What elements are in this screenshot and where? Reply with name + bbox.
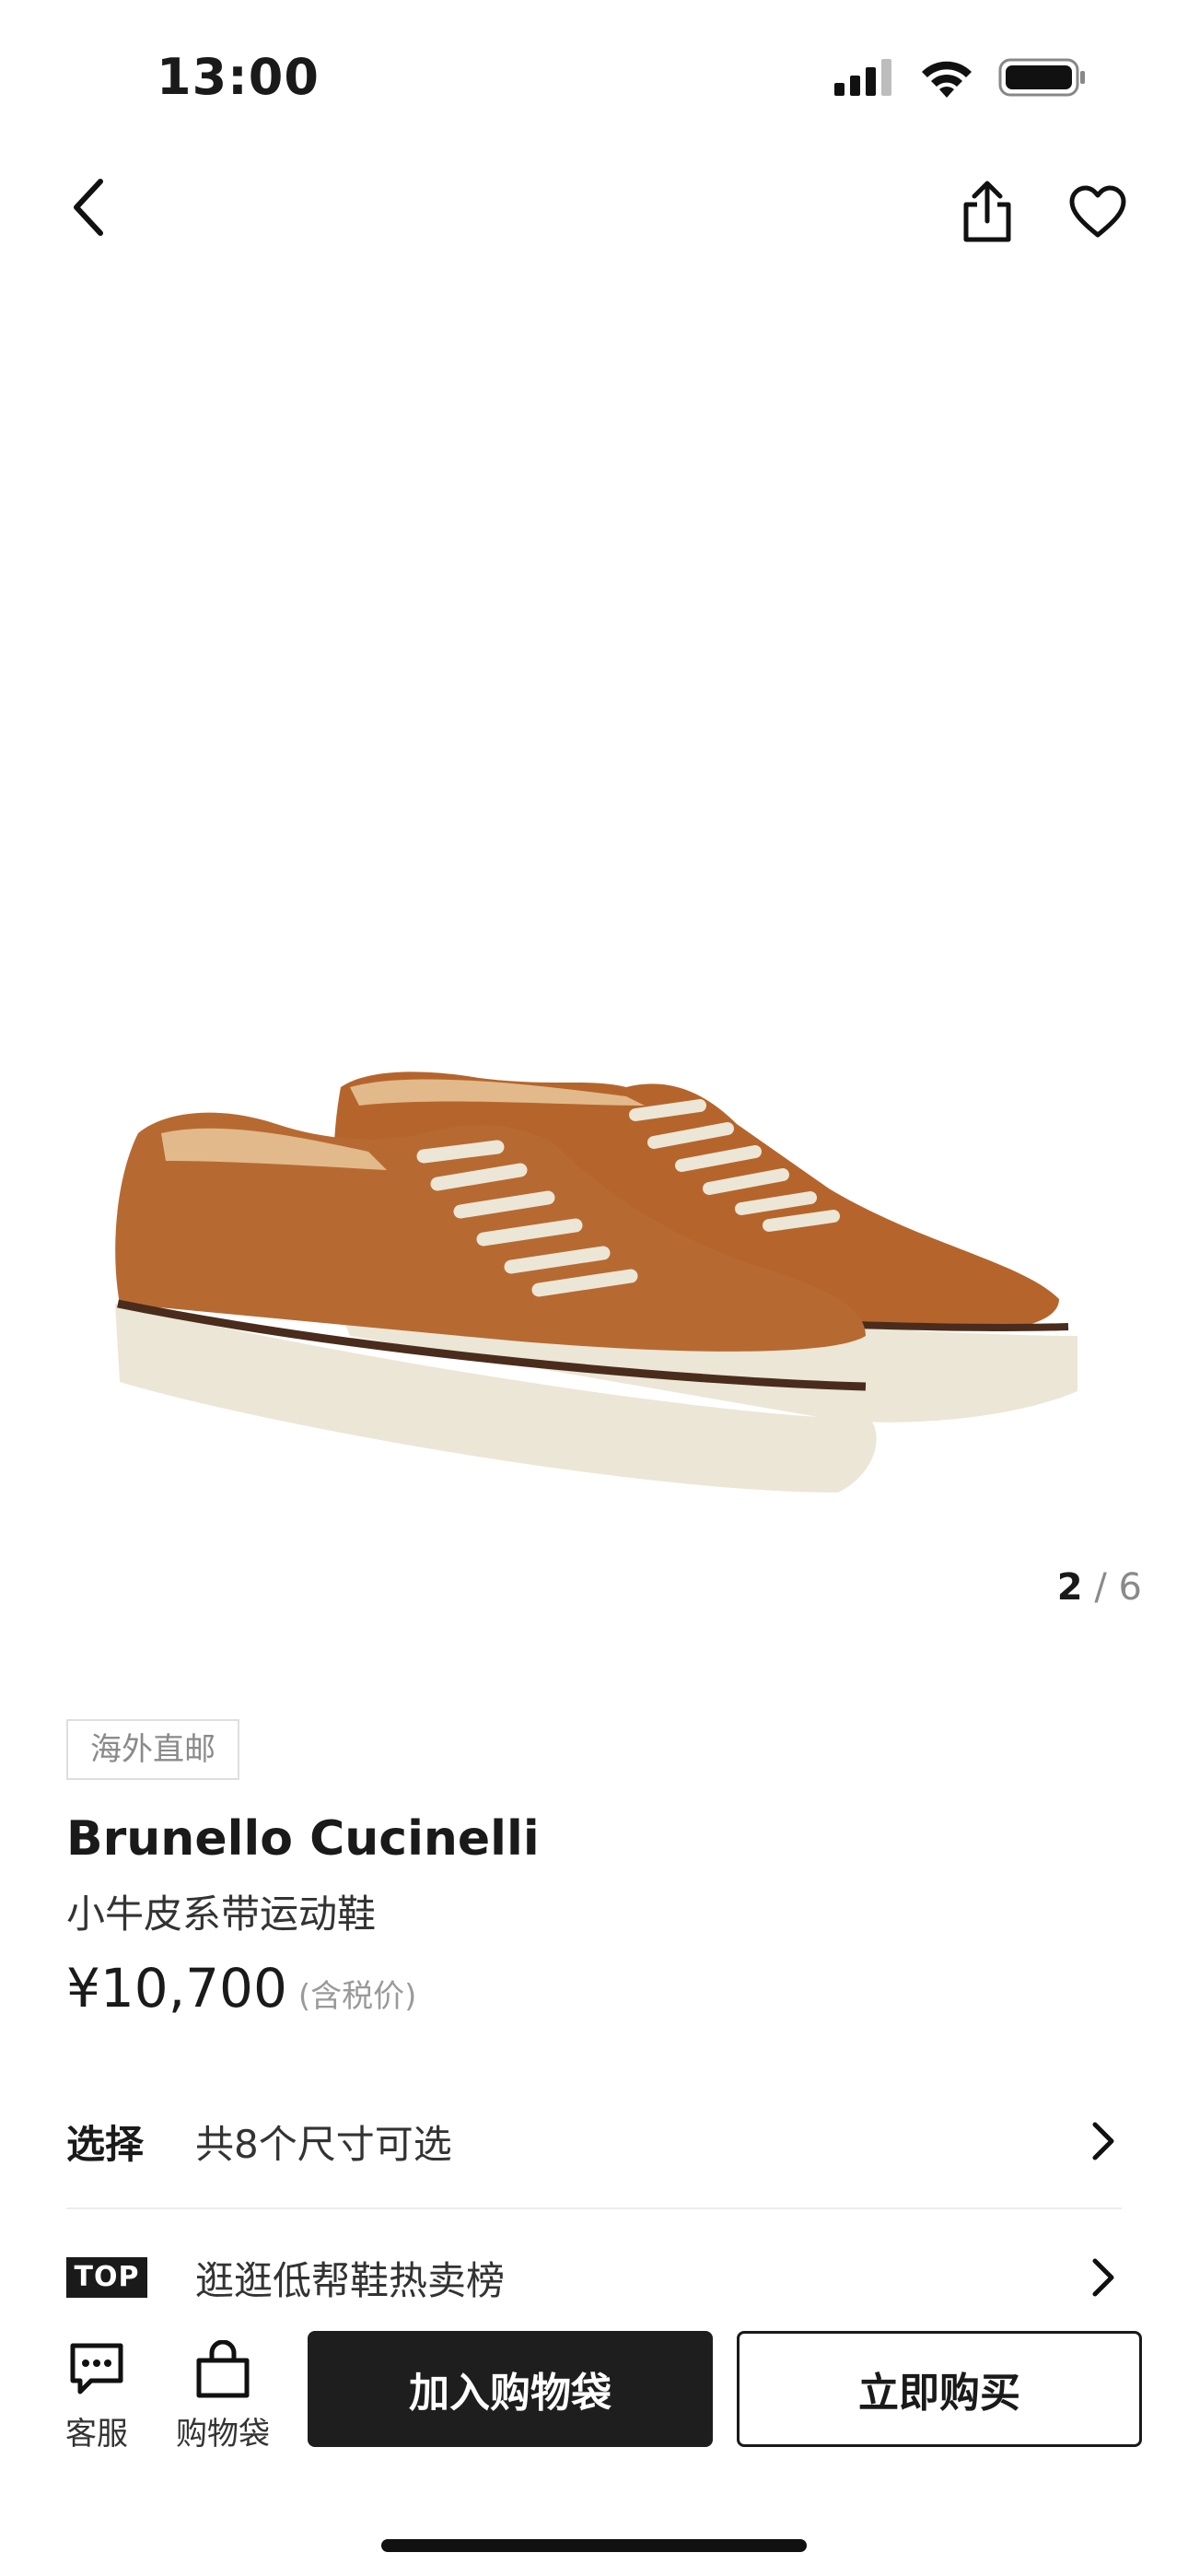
image-page-separator: /	[1094, 1566, 1107, 1609]
chevron-right-icon	[1085, 2250, 1122, 2305]
chevron-left-icon	[74, 179, 103, 236]
product-detail-page: 13:00 2 / 6 海外直邮 Brunello Cucinelli 小牛皮系…	[0, 0, 1188, 2576]
back-button[interactable]	[57, 170, 122, 244]
home-indicator[interactable]	[381, 2539, 807, 2552]
shopping-bag-label: 购物袋	[176, 2416, 270, 2453]
product-image-gallery[interactable]	[0, 276, 1188, 1566]
status-bar: 13:00	[0, 0, 1188, 157]
top-badge: TOP	[66, 2257, 147, 2298]
price: ¥10,700	[66, 1957, 287, 2020]
share-icon	[963, 181, 1011, 242]
image-page-total: 6	[1118, 1566, 1142, 1609]
product-image-shoes	[115, 1071, 1077, 1493]
tax-note: (含税价)	[297, 1978, 417, 2015]
heart-icon	[1069, 185, 1126, 238]
customer-service-label: 客服	[65, 2416, 128, 2453]
image-page-current: 2	[1056, 1566, 1083, 1609]
product-name: 小牛皮系带运动鞋	[66, 1891, 377, 1937]
favorite-button[interactable]	[1061, 175, 1135, 249]
add-to-bag-button[interactable]: 加入购物袋	[308, 2331, 713, 2447]
size-select-label: 选择	[66, 2121, 145, 2167]
shopping-bag-button[interactable]: 购物袋	[171, 2340, 274, 2453]
shopping-bag-icon	[196, 2340, 250, 2398]
battery-icon	[998, 58, 1085, 97]
share-button[interactable]	[954, 175, 1020, 249]
size-select-row[interactable]: 选择 共8个尺寸可选	[66, 2086, 1122, 2196]
wifi-icon	[922, 61, 972, 98]
cellular-signal-icon	[834, 59, 891, 96]
price-row: ¥10,700 (含税价)	[66, 1957, 416, 2020]
shipping-tag: 海外直邮	[66, 1719, 239, 1780]
chat-bubble-icon	[70, 2343, 123, 2395]
image-page-indicator: 2 / 6	[1057, 1566, 1142, 1609]
divider	[66, 2207, 1122, 2209]
status-time: 13:00	[157, 48, 320, 106]
status-icons	[834, 57, 1087, 98]
brand-name[interactable]: Brunello Cucinelli	[66, 1811, 540, 1867]
chevron-right-icon	[1085, 2113, 1122, 2169]
size-select-text: 共8个尺寸可选	[195, 2121, 452, 2167]
buy-now-button[interactable]: 立即购买	[737, 2331, 1142, 2447]
ranking-text: 逛逛低帮鞋热卖榜	[195, 2257, 506, 2303]
customer-service-button[interactable]: 客服	[55, 2340, 138, 2453]
